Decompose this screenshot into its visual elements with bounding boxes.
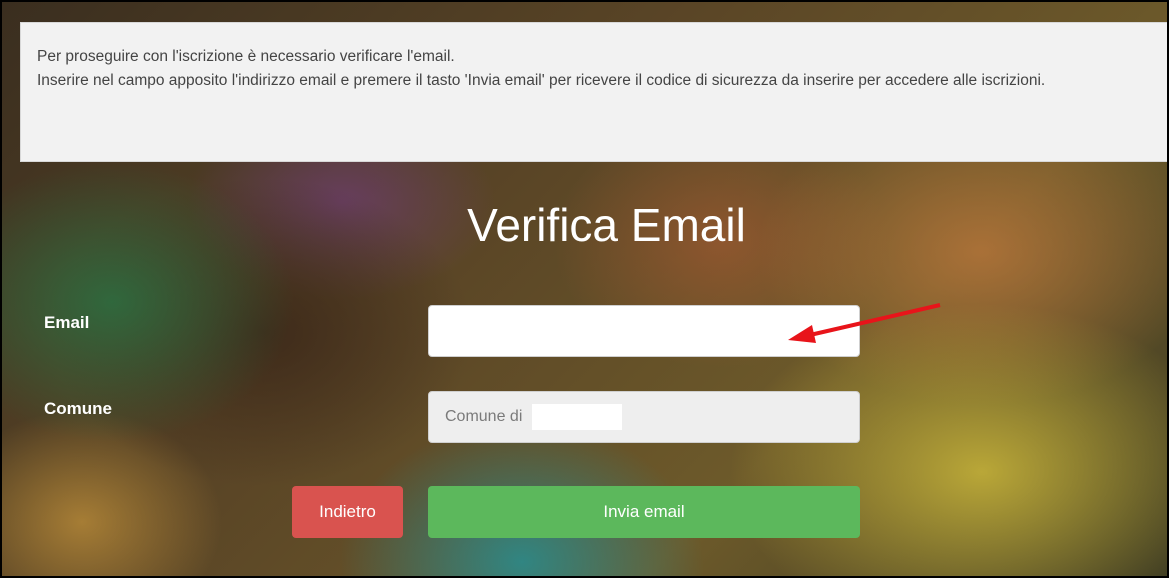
comune-value: Comune di <box>445 408 523 425</box>
comune-field: Comune di <box>428 391 860 443</box>
redaction-block <box>532 404 623 430</box>
info-line-1: Per proseguire con l'iscrizione è necess… <box>37 48 455 65</box>
send-email-button[interactable]: Invia email <box>428 486 860 538</box>
back-button[interactable]: Indietro <box>292 486 403 538</box>
comune-label: Comune <box>44 399 112 418</box>
page-frame: Per proseguire con l'iscrizione è necess… <box>0 0 1169 578</box>
email-label: Email <box>44 313 90 332</box>
annotation-arrow-icon <box>788 303 941 343</box>
info-message-box: Per proseguire con l'iscrizione è necess… <box>20 22 1167 162</box>
info-line-2: Inserire nel campo apposito l'indirizzo … <box>37 72 1046 89</box>
page-title: Verifica Email <box>467 199 746 251</box>
